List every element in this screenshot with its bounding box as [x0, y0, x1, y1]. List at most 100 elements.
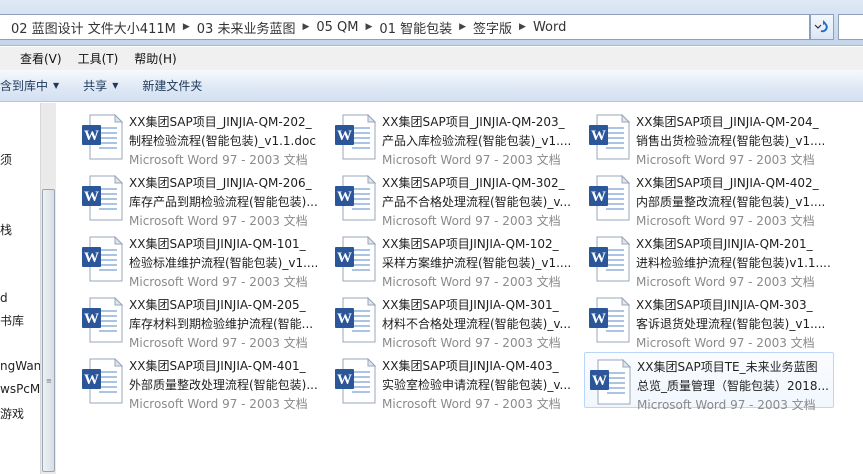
file-name-line1: XX集团SAP项目JINJIA-QM-102_: [382, 237, 559, 251]
breadcrumb-item[interactable]: 签字版: [468, 18, 517, 37]
file-name-line1: XX集团SAP项目JINJIA-QM-303_: [636, 298, 813, 312]
share-label: 共享: [83, 79, 108, 93]
file-name-line1: XX集团SAP项目_JINJIA-QM-206_: [129, 176, 312, 190]
file-name-line1: XX集团SAP项目_JINJIA-QM-203_: [382, 115, 565, 129]
word-document-icon: W: [82, 114, 123, 160]
file-item[interactable]: W XX集团SAP项目_JINJIA-QM-203_ 产品入库检验流程(智能包装…: [330, 108, 580, 167]
word-document-icon: W: [82, 358, 123, 404]
file-type: Microsoft Word 97 - 2003 文档: [637, 398, 816, 412]
chevron-down-icon: ▼: [112, 81, 119, 90]
svg-text:W: W: [337, 372, 352, 388]
breadcrumb[interactable]: 02 蓝图设计 文件大小411M ▶ 03 未来业务蓝图 ▶ 05 QM ▶ 0…: [0, 14, 810, 40]
nav-scrollbar[interactable]: ≡: [40, 103, 56, 474]
svg-text:W: W: [591, 250, 606, 266]
file-name-line2: 检验标准维护流程(智能包装)_v1....: [129, 256, 319, 270]
word-document-icon: W: [82, 175, 123, 221]
svg-text:W: W: [84, 128, 99, 144]
file-type: Microsoft Word 97 - 2003 文档: [129, 336, 308, 350]
file-name-line1: XX集团SAP项目_JINJIA-QM-402_: [636, 176, 819, 190]
file-item[interactable]: W XX集团SAP项目JINJIA-QM-401_ 外部质量整改处理流程(智能包…: [77, 352, 327, 411]
svg-text:W: W: [337, 128, 352, 144]
file-item[interactable]: W XX集团SAP项目JINJIA-QM-201_ 进料检验维护流程(智能包装)…: [584, 230, 834, 289]
file-name-line1: XX集团SAP项目_JINJIA-QM-202_: [129, 115, 312, 129]
file-item[interactable]: W XX集团SAP项目_JINJIA-QM-302_ 产品不合格处理流程(智能包…: [330, 169, 580, 228]
breadcrumb-separator-icon[interactable]: ▶: [300, 22, 311, 32]
file-name-line2: 客诉退货处理流程(智能包装)_v1....: [636, 317, 826, 331]
scrollbar-thumb[interactable]: ≡: [42, 189, 55, 472]
svg-text:W: W: [591, 311, 606, 327]
file-name-line1: XX集团SAP项目JINJIA-QM-101_: [129, 237, 306, 251]
file-name-line1: XX集团SAP项目JINJIA-QM-403_: [382, 359, 559, 373]
file-name-line2: 采样方案维护流程(智能包装)_v1....: [382, 256, 572, 270]
file-item[interactable]: W XX集团SAP项目JINJIA-QM-301_ 材料不合格处理流程(智能包装…: [330, 291, 580, 350]
menu-tools[interactable]: 工具(T): [70, 50, 127, 67]
svg-text:W: W: [84, 311, 99, 327]
file-item[interactable]: W XX集团SAP项目_JINJIA-QM-206_ 库存产品到期检验流程(智能…: [77, 169, 327, 228]
include-in-library-label: 含到库中: [0, 79, 49, 93]
new-folder-button[interactable]: 新建文件夹: [130, 77, 214, 94]
file-item[interactable]: W XX集团SAP项目JINJIA-QM-102_ 采样方案维护流程(智能包装)…: [330, 230, 580, 289]
file-name-line2: 制程检验流程(智能包装)_v1.1.doc: [129, 134, 316, 148]
menu-view[interactable]: 查看(V): [12, 50, 70, 67]
svg-text:W: W: [337, 311, 352, 327]
file-name-line1: XX集团SAP项目JINJIA-QM-401_: [129, 359, 306, 373]
file-name-line2: 总览_质量管理（智能包装）2018...: [637, 379, 829, 393]
word-document-icon: W: [590, 359, 631, 405]
dropdown-refresh-button[interactable]: [810, 14, 834, 40]
file-name-line2: 内部质量整改流程(智能包装)_v1....: [636, 195, 826, 209]
nav-item[interactable]: 书库: [0, 312, 24, 329]
breadcrumb-item[interactable]: 01 智能包装: [374, 18, 457, 37]
file-name-line2: 库存产品到期检验流程(智能包装)...: [129, 195, 318, 209]
breadcrumb-item[interactable]: 02 蓝图设计 文件大小411M: [6, 18, 181, 37]
svg-text:W: W: [591, 189, 606, 205]
word-document-icon: W: [335, 175, 376, 221]
word-document-icon: W: [335, 297, 376, 343]
breadcrumb-separator-icon[interactable]: ▶: [364, 22, 375, 32]
nav-item[interactable]: ngWan: [0, 359, 40, 373]
nav-item[interactable]: d: [0, 291, 8, 305]
word-document-icon: W: [82, 297, 123, 343]
svg-text:W: W: [592, 373, 607, 389]
menu-help[interactable]: 帮助(H): [126, 50, 184, 67]
file-item[interactable]: W XX集团SAP项目JINJIA-QM-303_ 客诉退货处理流程(智能包装)…: [584, 291, 834, 350]
file-name-line1: XX集团SAP项目TE_未来业务蓝图: [637, 360, 818, 374]
file-name-line2: 进料检验维护流程(智能包装)v1.1....: [636, 256, 831, 270]
file-item[interactable]: W XX集团SAP项目_JINJIA-QM-204_ 销售出货检验流程(智能包装…: [584, 108, 834, 167]
file-item[interactable]: W XX集团SAP项目_JINJIA-QM-402_ 内部质量整改流程(智能包装…: [584, 169, 834, 228]
breadcrumb-separator-icon[interactable]: ▶: [517, 22, 528, 32]
file-name-line2: 库存材料到期检验维护流程(智能...: [129, 317, 314, 331]
nav-item[interactable]: 须: [0, 151, 12, 168]
nav-item[interactable]: 栈: [0, 221, 12, 238]
file-item[interactable]: W XX集团SAP项目JINJIA-QM-205_ 库存材料到期检验维护流程(智…: [77, 291, 327, 350]
file-name-line1: XX集团SAP项目_JINJIA-QM-302_: [382, 176, 565, 190]
file-item[interactable]: W XX集团SAP项目TE_未来业务蓝图 总览_质量管理（智能包装）2018..…: [584, 352, 834, 412]
svg-text:W: W: [337, 189, 352, 205]
search-input[interactable]: [838, 14, 863, 40]
breadcrumb-separator-icon[interactable]: ▶: [181, 22, 192, 32]
file-type: Microsoft Word 97 - 2003 文档: [636, 275, 815, 289]
share-button[interactable]: 共享 ▼: [71, 77, 130, 94]
file-type: Microsoft Word 97 - 2003 文档: [636, 153, 815, 167]
svg-text:W: W: [591, 128, 606, 144]
file-name-line1: XX集团SAP项目_JINJIA-QM-204_: [636, 115, 819, 129]
breadcrumb-item[interactable]: 03 未来业务蓝图: [192, 18, 301, 37]
word-document-icon: W: [589, 297, 630, 343]
include-in-library-button[interactable]: 含到库中 ▼: [0, 77, 71, 94]
nav-item[interactable]: 游戏: [0, 405, 24, 422]
menu-bar: 查看(V) 工具(T) 帮助(H): [0, 47, 863, 70]
file-type: Microsoft Word 97 - 2003 文档: [382, 153, 561, 167]
nav-item[interactable]: wsPcMa: [0, 382, 40, 396]
breadcrumb-separator-icon[interactable]: ▶: [457, 22, 468, 32]
file-list: W XX集团SAP项目_JINJIA-QM-202_ 制程检验流程(智能包装)_…: [57, 103, 863, 474]
file-item[interactable]: W XX集团SAP项目_JINJIA-QM-202_ 制程检验流程(智能包装)_…: [77, 108, 327, 167]
breadcrumb-item[interactable]: 05 QM: [311, 20, 363, 35]
breadcrumb-item[interactable]: Word: [528, 20, 571, 35]
file-type: Microsoft Word 97 - 2003 文档: [382, 336, 561, 350]
file-item[interactable]: W XX集团SAP项目JINJIA-QM-403_ 实验室检验申请流程(智能包装…: [330, 352, 580, 411]
file-name-line2: 外部质量整改处理流程(智能包装)...: [129, 378, 318, 392]
file-item[interactable]: W XX集团SAP项目JINJIA-QM-101_ 检验标准维护流程(智能包装)…: [77, 230, 327, 289]
word-document-icon: W: [82, 236, 123, 282]
file-type: Microsoft Word 97 - 2003 文档: [129, 153, 308, 167]
word-document-icon: W: [335, 236, 376, 282]
word-document-icon: W: [335, 114, 376, 160]
